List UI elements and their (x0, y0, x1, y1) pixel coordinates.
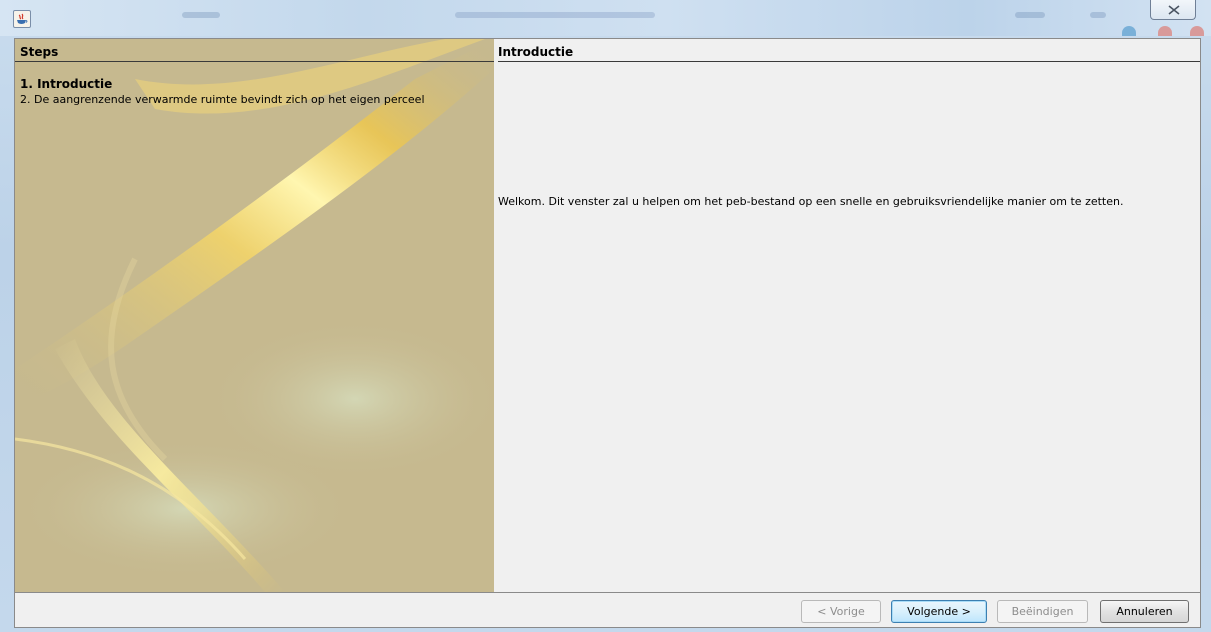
title-bar[interactable] (0, 0, 1211, 36)
button-bar: < Vorige Volgende > Beëindigen Annuleren (15, 592, 1200, 627)
next-button[interactable]: Volgende > (891, 600, 987, 623)
blurred-background-icon (1190, 26, 1204, 36)
blurred-background-text (1090, 12, 1106, 18)
wizard-dialog: Steps 1. Introductie 2. De aangrenzende … (14, 38, 1201, 628)
blurred-background-text (182, 12, 220, 18)
steps-heading-divider (15, 61, 494, 62)
blurred-background-text (1015, 12, 1045, 18)
previous-button[interactable]: < Vorige (801, 600, 881, 623)
finish-button[interactable]: Beëindigen (997, 600, 1088, 623)
java-icon[interactable] (13, 10, 31, 28)
close-button[interactable] (1150, 0, 1196, 20)
welcome-message: Welkom. Dit venster zal u helpen om het … (498, 195, 1124, 208)
step-item-aangrenzende-ruimte: 2. De aangrenzende verwarmde ruimte bevi… (20, 93, 425, 106)
steps-list: 1. Introductie 2. De aangrenzende verwar… (20, 76, 425, 108)
decorative-swirl-background (15, 39, 494, 592)
content-heading-divider (498, 61, 1200, 62)
steps-heading: Steps (20, 45, 59, 59)
step-item-introductie: 1. Introductie (20, 77, 113, 91)
content-pane: Introductie Welkom. Dit venster zal u he… (494, 39, 1200, 592)
content-heading: Introductie (498, 45, 574, 59)
blurred-background-icon (1122, 26, 1136, 36)
close-icon (1168, 5, 1180, 15)
blurred-background-text (455, 12, 655, 18)
steps-pane: Steps 1. Introductie 2. De aangrenzende … (15, 39, 494, 592)
blurred-background-icon (1158, 26, 1172, 36)
cancel-button[interactable]: Annuleren (1100, 600, 1189, 623)
